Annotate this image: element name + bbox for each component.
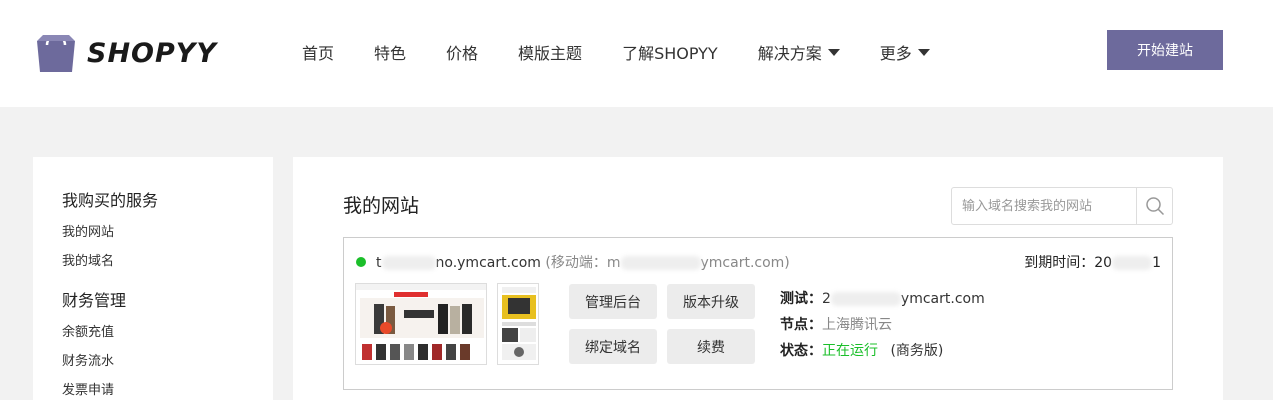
redacted-text <box>620 256 701 270</box>
main-panel: 我的网站 t no.ymcart.com (移动端：m ymcart.com) 到期… <box>293 157 1223 400</box>
shopping-bag-icon <box>33 32 79 74</box>
node-row: 节点：上海腾讯云 <box>780 314 892 334</box>
nav-themes[interactable]: 模版主题 <box>518 40 582 64</box>
test-suffix: ymcart.com <box>900 291 985 307</box>
sidebar-group-services: 我购买的服务 我的网站 我的域名 <box>62 187 273 269</box>
site-domain[interactable]: t no.ymcart.com (移动端：m ymcart.com) <box>376 252 790 272</box>
admin-panel-button[interactable]: 管理后台 <box>569 284 657 319</box>
nav-label: 模版主题 <box>518 44 583 63</box>
mobile-suffix: ymcart.com) <box>700 255 790 271</box>
nav-features[interactable]: 特色 <box>374 40 406 64</box>
upgrade-version-button[interactable]: 版本升级 <box>667 284 755 319</box>
sidebar-item-my-sites[interactable]: 我的网站 <box>62 221 273 240</box>
expire-date: 到期时间：20 1 <box>1024 252 1161 272</box>
top-header: SHOPYY 首页 特色 价格 模版主题 了解SHOPYY 解决方案 更多 开始… <box>0 0 1273 107</box>
node-value: 上海腾讯云 <box>822 317 892 333</box>
start-building-button[interactable]: 开始建站 <box>1107 30 1223 70</box>
desktop-preview-thumbnail[interactable] <box>355 283 487 365</box>
nav-label: 解决方案 <box>757 44 822 63</box>
sidebar: 我购买的服务 我的网站 我的域名 财务管理 余额充值 财务流水 发票申请 <box>33 157 273 400</box>
page-title: 我的网站 <box>343 195 420 217</box>
domain-prefix: t <box>376 255 382 271</box>
nav-about[interactable]: 了解SHOPYY <box>622 40 718 64</box>
mobile-prefix: (移动端：m <box>545 255 621 271</box>
sidebar-item-invoice[interactable]: 发票申请 <box>62 379 273 398</box>
test-domain-row: 测试：2 ymcart.com <box>780 288 985 308</box>
domain-suffix: no.ymcart.com <box>435 255 541 271</box>
bind-domain-button[interactable]: 绑定域名 <box>569 329 657 364</box>
search-input[interactable] <box>952 188 1137 224</box>
nav-label: 价格 <box>446 44 479 63</box>
brand-name: SHOPYY <box>87 37 217 69</box>
site-search <box>951 187 1173 225</box>
redacted-text <box>830 292 901 306</box>
nav-label: 了解SHOPYY <box>622 44 718 63</box>
status-badge: 正在运行 <box>822 343 878 359</box>
nav-label: 首页 <box>302 44 335 63</box>
main-nav: 首页 特色 价格 模版主题 了解SHOPYY 解决方案 更多 <box>302 40 970 64</box>
sidebar-item-transactions[interactable]: 财务流水 <box>62 350 273 369</box>
nav-pricing[interactable]: 价格 <box>446 40 478 64</box>
sidebar-group-finance: 财务管理 余额充值 财务流水 发票申请 <box>62 287 273 398</box>
test-prefix: 2 <box>822 291 831 307</box>
chevron-down-icon <box>917 48 930 56</box>
chevron-down-icon <box>827 48 840 56</box>
expire-label: 到期时间：20 <box>1024 255 1113 271</box>
nav-label: 特色 <box>374 44 407 63</box>
sidebar-item-recharge[interactable]: 余额充值 <box>62 321 273 340</box>
nav-more[interactable]: 更多 <box>880 40 930 64</box>
redacted-text <box>1112 256 1153 270</box>
status-row: 状态：正在运行 (商务版) <box>780 340 943 360</box>
nav-home[interactable]: 首页 <box>302 40 334 64</box>
node-label: 节点： <box>780 317 822 333</box>
mobile-preview-thumbnail[interactable] <box>497 283 539 365</box>
sidebar-item-my-domains[interactable]: 我的域名 <box>62 250 273 269</box>
mobile-domain: (移动端：m ymcart.com) <box>545 255 789 271</box>
sidebar-group-title: 财务管理 <box>62 291 127 310</box>
plan-label: (商务版) <box>890 343 944 359</box>
sidebar-group-title: 我购买的服务 <box>62 191 159 210</box>
search-icon <box>1145 197 1164 216</box>
test-label: 测试： <box>780 291 822 307</box>
expire-suffix: 1 <box>1152 255 1161 271</box>
online-status-dot <box>356 257 366 267</box>
redacted-text <box>381 256 436 270</box>
status-label: 状态： <box>780 343 822 359</box>
site-card: t no.ymcart.com (移动端：m ymcart.com) 到期时间：20… <box>343 237 1173 390</box>
nav-solutions[interactable]: 解决方案 <box>758 40 840 64</box>
renew-button[interactable]: 续费 <box>667 329 755 364</box>
search-button[interactable] <box>1137 188 1172 224</box>
nav-label: 更多 <box>879 44 912 63</box>
shopyy-logo[interactable]: SHOPYY <box>33 32 217 74</box>
